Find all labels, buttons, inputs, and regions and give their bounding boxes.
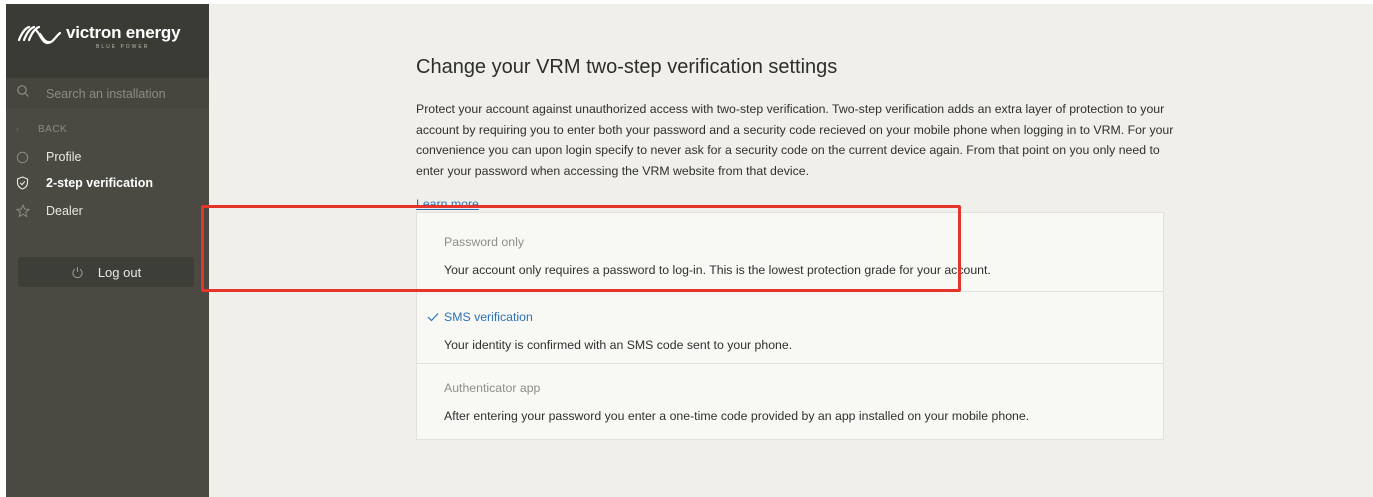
victron-logo-icon[interactable] [16,24,66,46]
brand-name: victron energy [66,23,181,42]
power-icon [71,266,84,279]
sidebar-item-label: Dealer [46,204,83,218]
sidebar-item-2-step-verification[interactable]: 2-step verification [16,176,153,190]
search-bar[interactable]: Search an installation [6,78,209,108]
checkmark-icon [427,313,439,322]
logout-label: Log out [97,264,142,280]
sidebar-item-dealer[interactable]: Dealer [16,204,83,218]
circle-icon [16,151,46,164]
star-icon [16,204,46,218]
sidebar: victron energy BLUE POWER Search an inst… [6,4,209,497]
page-description: Protect your account against unauthorize… [416,102,1174,178]
option-title: Authenticator app [444,381,541,395]
logo-area: victron energy BLUE POWER [6,4,209,78]
option-sms-verification[interactable]: SMS verification Your identity is confir… [417,292,1163,363]
sidebar-item-label: Profile [46,150,82,164]
page-title: Change your VRM two-step verification se… [416,56,838,78]
option-title-label: SMS verification [444,310,533,324]
option-title: SMS verification [427,310,533,324]
back-link[interactable]: ‹ BACK [16,124,67,135]
search-icon [17,85,29,97]
shield-icon [16,176,46,190]
highlight-annotation [201,205,961,292]
sidebar-item-label: 2-step verification [46,176,153,190]
chevron-left-icon: ‹ [16,124,20,135]
option-description: Your identity is confirmed with an SMS c… [444,338,793,352]
option-authenticator-app[interactable]: Authenticator app After entering your pa… [417,364,1163,440]
back-label: BACK [38,124,68,135]
search-input[interactable]: Search an installation [46,87,166,101]
brand-tagline: BLUE POWER [96,44,150,50]
logout-button[interactable]: Log out [18,257,194,287]
option-description: After entering your password you enter a… [444,409,1030,423]
sidebar-item-profile[interactable]: Profile [16,150,81,164]
